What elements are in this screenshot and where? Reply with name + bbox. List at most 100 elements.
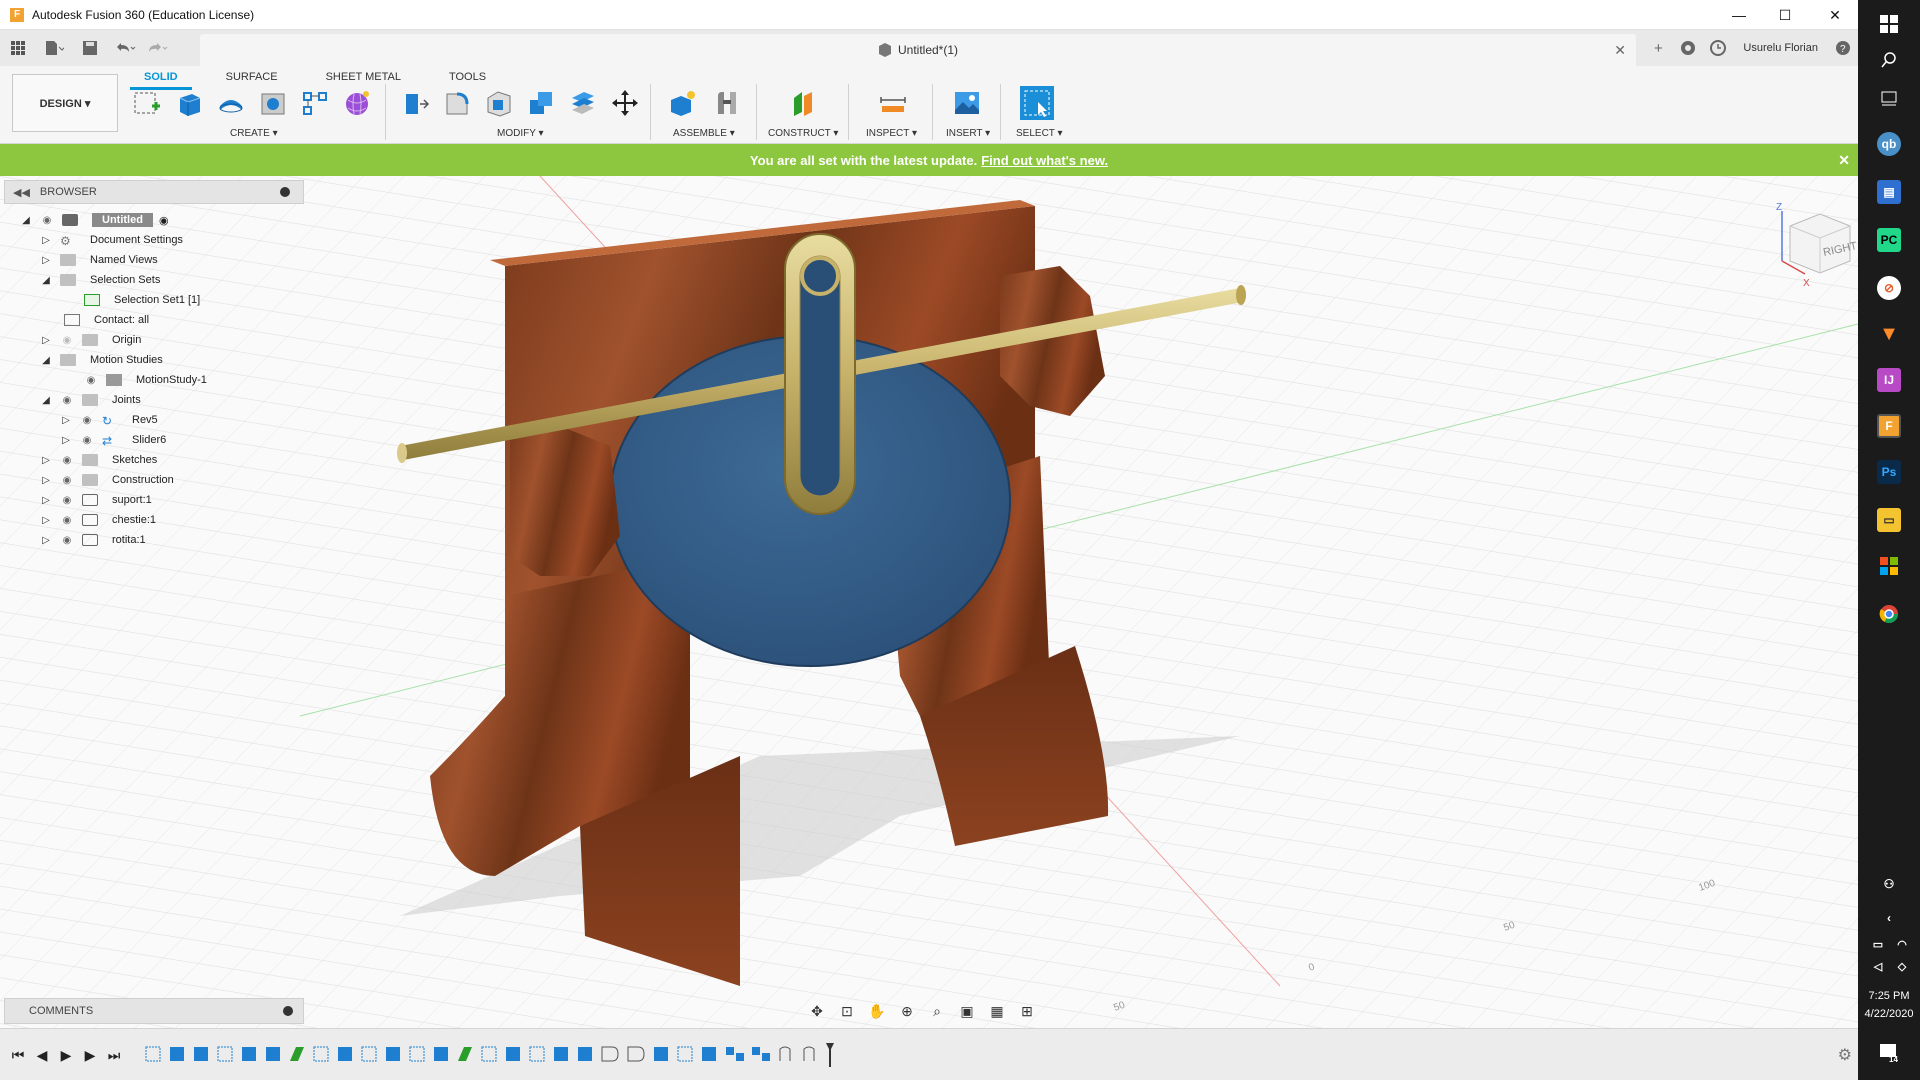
hole-icon[interactable] bbox=[256, 86, 290, 120]
collapse-icon[interactable]: ◢ bbox=[40, 394, 52, 406]
new-component-icon[interactable] bbox=[666, 86, 700, 120]
tree-item[interactable]: Selection Set1 [1] bbox=[84, 290, 200, 310]
expand-icon[interactable]: ▷ bbox=[40, 254, 52, 266]
expand-icon[interactable]: ▷ bbox=[40, 334, 52, 346]
close-window-button[interactable]: ✕ bbox=[1812, 0, 1858, 30]
qbittorrent-icon[interactable]: qb bbox=[1877, 132, 1901, 156]
offset-plane-icon[interactable] bbox=[786, 86, 820, 120]
fit-zoom-icon[interactable]: ⌕ bbox=[926, 1000, 948, 1022]
undo-icon[interactable] bbox=[114, 36, 138, 60]
select-group-label[interactable]: SELECT ▾ bbox=[1016, 128, 1063, 139]
collapse-icon[interactable]: ◢ bbox=[40, 274, 52, 286]
move-copy-icon[interactable] bbox=[608, 86, 642, 120]
pan-hand-icon[interactable]: ✋ bbox=[866, 1000, 888, 1022]
revolve-icon[interactable] bbox=[214, 86, 248, 120]
measure-icon[interactable] bbox=[876, 86, 910, 120]
select-icon[interactable] bbox=[1020, 86, 1054, 120]
timeline-features[interactable] bbox=[140, 1043, 860, 1067]
visibility-eye-icon[interactable]: ◉ bbox=[84, 375, 98, 386]
store-icon[interactable] bbox=[1877, 554, 1901, 578]
data-panel-grid-icon[interactable] bbox=[6, 36, 30, 60]
tree-item[interactable]: ▷ ◉ suport:1 bbox=[40, 490, 152, 510]
grid-settings-icon[interactable]: ▦ bbox=[986, 1000, 1008, 1022]
assemble-group-label[interactable]: ASSEMBLE ▾ bbox=[673, 128, 735, 139]
extensions-icon[interactable] bbox=[1673, 33, 1703, 63]
vlc-icon[interactable]: ▼ bbox=[1877, 322, 1901, 346]
save-icon[interactable] bbox=[78, 36, 102, 60]
insert-canvas-icon[interactable] bbox=[950, 86, 984, 120]
tree-item[interactable]: ▷ ◉ Origin bbox=[40, 330, 141, 350]
expand-icon[interactable]: ▷ bbox=[40, 454, 52, 466]
create-group-label[interactable]: CREATE ▾ bbox=[230, 128, 278, 139]
look-at-icon[interactable]: ⊡ bbox=[836, 1000, 858, 1022]
expand-icon[interactable]: ▷ bbox=[40, 514, 52, 526]
insert-group-label[interactable]: INSERT ▾ bbox=[946, 128, 990, 139]
visibility-eye-icon[interactable]: ◉ bbox=[60, 395, 74, 406]
viewports-icon[interactable]: ⊞ bbox=[1016, 1000, 1038, 1022]
comments-panel[interactable]: COMMENTS bbox=[4, 998, 304, 1024]
tree-item[interactable]: ▷ Named Views bbox=[40, 250, 158, 270]
task-view-icon[interactable] bbox=[1877, 86, 1901, 110]
visibility-eye-icon[interactable]: ◉ bbox=[60, 335, 74, 346]
construct-group-label[interactable]: CONSTRUCT ▾ bbox=[768, 128, 838, 139]
tree-item[interactable]: ▷ ◉ rotita:1 bbox=[40, 530, 146, 550]
activate-radio-icon[interactable]: ◉ bbox=[159, 214, 169, 227]
redo-icon[interactable] bbox=[146, 36, 170, 60]
visibility-eye-icon[interactable]: ◉ bbox=[80, 435, 94, 446]
new-tab-plus-icon[interactable]: + bbox=[1643, 33, 1673, 63]
step-back-icon[interactable]: ◀ bbox=[32, 1045, 52, 1065]
create-form-icon[interactable] bbox=[340, 86, 374, 120]
app-icon[interactable]: ▤ bbox=[1877, 180, 1901, 204]
visibility-eye-icon[interactable]: ◉ bbox=[60, 495, 74, 506]
expand-icon[interactable]: ▷ bbox=[40, 474, 52, 486]
chrome-icon[interactable] bbox=[1877, 602, 1901, 626]
tree-item[interactable]: ▷ ◉ ↻ Rev5 bbox=[60, 410, 158, 430]
create-sketch-icon[interactable] bbox=[130, 86, 164, 120]
visibility-eye-icon[interactable]: ◉ bbox=[60, 515, 74, 526]
tree-item[interactable]: ◢ Motion Studies bbox=[40, 350, 163, 370]
offset-face-icon[interactable] bbox=[566, 86, 600, 120]
wifi-icon[interactable]: ◠ bbox=[1890, 932, 1914, 956]
battery-icon[interactable]: ▭ bbox=[1866, 932, 1890, 956]
expand-icon[interactable]: ▷ bbox=[40, 234, 52, 246]
timeline-settings-gear-icon[interactable]: ⚙ bbox=[1838, 1045, 1852, 1065]
go-to-end-icon[interactable]: ⏭ bbox=[104, 1045, 124, 1065]
joint-icon[interactable] bbox=[710, 86, 744, 120]
visibility-eye-icon[interactable]: ◉ bbox=[60, 475, 74, 486]
dropbox-icon[interactable]: ◇ bbox=[1890, 954, 1914, 978]
visibility-eye-icon[interactable]: ◉ bbox=[40, 215, 54, 226]
expand-icon[interactable]: ▷ bbox=[40, 534, 52, 546]
tree-item[interactable]: ▷ ◉ chestie:1 bbox=[40, 510, 156, 530]
fillet-icon[interactable] bbox=[440, 86, 474, 120]
search-icon[interactable] bbox=[1877, 48, 1901, 72]
windows-start-icon[interactable] bbox=[1877, 12, 1901, 36]
whats-new-link[interactable]: Find out what's new. bbox=[981, 153, 1108, 168]
clock-date[interactable]: 4/22/2020 bbox=[1858, 1008, 1920, 1020]
photoshop-icon[interactable]: Ps bbox=[1877, 460, 1901, 484]
modify-group-label[interactable]: MODIFY ▾ bbox=[497, 128, 544, 139]
action-center-icon[interactable]: 14 bbox=[1877, 1040, 1901, 1064]
tree-item[interactable]: ▷ ◉ Sketches bbox=[40, 450, 157, 470]
document-tab[interactable]: Untitled*(1) ✕ bbox=[200, 34, 1636, 66]
visibility-eye-icon[interactable]: ◉ bbox=[60, 455, 74, 466]
file-explorer-icon[interactable]: ▭ bbox=[1877, 508, 1901, 532]
close-tab-icon[interactable]: ✕ bbox=[1614, 42, 1626, 59]
expand-icon[interactable]: ◢ bbox=[20, 214, 32, 226]
visibility-eye-icon[interactable]: ◉ bbox=[60, 535, 74, 546]
user-account-name[interactable]: Usurelu Florian bbox=[1743, 42, 1818, 54]
help-icon[interactable]: ? bbox=[1828, 33, 1858, 63]
tree-item[interactable]: ▷ ◉ ⇄ Slider6 bbox=[60, 430, 166, 450]
collapse-icon[interactable]: ◢ bbox=[40, 354, 52, 366]
rectangular-pattern-icon[interactable] bbox=[298, 86, 332, 120]
browser-header[interactable]: ◀◀ BROWSER bbox=[4, 180, 304, 204]
collapse-panel-icon[interactable]: ◀◀ bbox=[13, 186, 30, 199]
add-comment-icon[interactable] bbox=[283, 1006, 293, 1016]
minimize-button[interactable]: — bbox=[1716, 0, 1762, 30]
workspace-switcher-button[interactable]: DESIGN ▾ bbox=[12, 74, 118, 132]
extrude-icon[interactable] bbox=[172, 86, 206, 120]
shell-icon[interactable] bbox=[482, 86, 516, 120]
job-status-clock-icon[interactable] bbox=[1703, 33, 1733, 63]
play-icon[interactable]: ▶ bbox=[56, 1045, 76, 1065]
intellij-icon[interactable]: IJ bbox=[1877, 368, 1901, 392]
tree-root[interactable]: ◢ ◉ Untitled ◉ bbox=[20, 210, 169, 230]
